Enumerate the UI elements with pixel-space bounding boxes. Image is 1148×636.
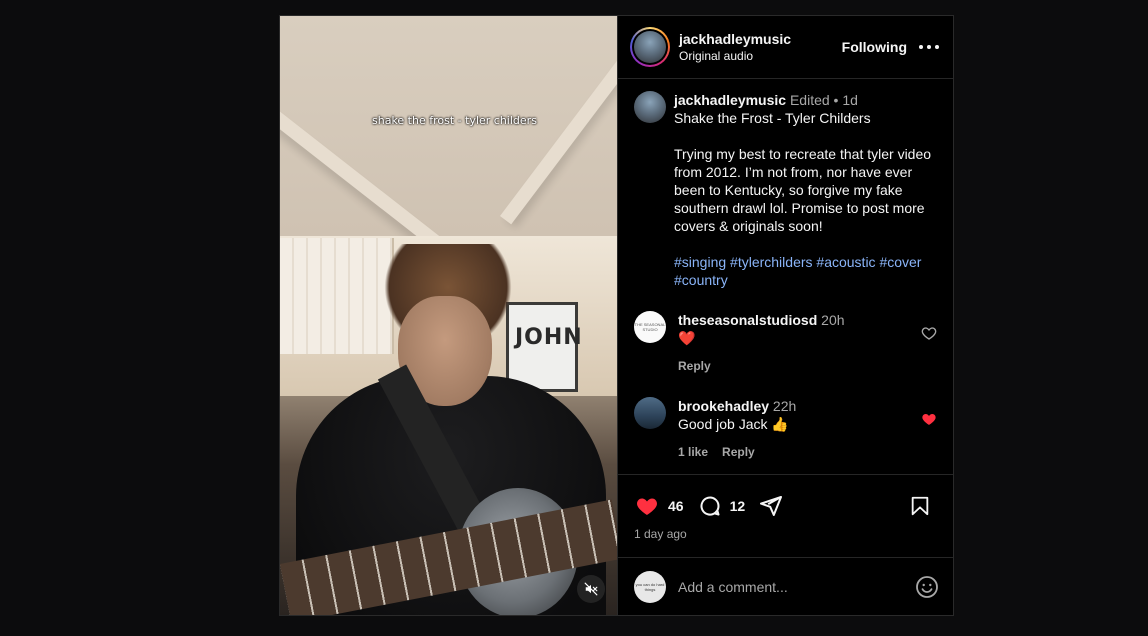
following-button[interactable]: Following — [842, 39, 907, 55]
save-button[interactable] — [909, 494, 939, 518]
comment-time: 22h — [772, 398, 797, 414]
ellipsis-dot — [927, 45, 931, 49]
comments-scroll[interactable]: jackhadleymusic Edited • 1d Shake the Fr… — [618, 79, 953, 474]
share-button[interactable] — [759, 494, 791, 518]
window-blind — [280, 238, 394, 354]
comment-likes-count[interactable]: 1 like — [678, 443, 708, 461]
like-button[interactable]: 46 — [634, 494, 684, 518]
comment-bubble-icon — [700, 496, 720, 516]
comment-like-button[interactable] — [921, 325, 937, 346]
comment-reply-button[interactable]: Reply — [678, 357, 711, 375]
comment-reply-button[interactable]: Reply — [722, 443, 755, 461]
caption-author-avatar[interactable] — [634, 91, 666, 123]
add-comment-bar: you can do hard things — [618, 557, 953, 615]
comment-input[interactable] — [678, 578, 915, 595]
commenter-username[interactable]: brookehadley — [678, 398, 769, 414]
comment-item: THE SEASONAL STUDIO theseasonalstudiosd … — [634, 311, 939, 375]
heart-filled-icon — [637, 498, 657, 515]
emoji-icon[interactable] — [915, 575, 939, 599]
caption-title: Shake the Frost - Tyler Childers — [674, 110, 871, 126]
caption-hashtags[interactable]: #singing #tylerchilders #acoustic #cover… — [674, 253, 939, 289]
post-footer: 46 12 1 day ago you can do hard things A… — [618, 474, 953, 615]
edited-label: Edited — [789, 92, 830, 108]
comment-button[interactable]: 12 — [698, 494, 746, 518]
heart-outline-icon — [921, 327, 937, 340]
author-username[interactable]: jackhadleymusic — [679, 31, 842, 47]
like-count[interactable]: 46 — [668, 498, 684, 514]
author-avatar[interactable] — [634, 31, 666, 63]
post-modal: JOHN shake the frost - tyler childers ja… — [279, 15, 954, 616]
speaker-muted-icon — [584, 582, 598, 596]
comment-text: ❤️ — [678, 330, 696, 346]
wall-poster: JOHN — [506, 302, 582, 392]
mute-button[interactable] — [577, 575, 605, 603]
avatar-logo-text: you can do hard things — [635, 581, 665, 592]
comment-item: brookehadley 22h Good job Jack 👍 1 like … — [634, 397, 939, 461]
comment-time: 20h — [821, 312, 845, 328]
post-caption: jackhadleymusic Edited • 1d Shake the Fr… — [634, 91, 939, 289]
post-timestamp[interactable]: 1 day ago — [618, 523, 953, 557]
comment-like-button[interactable] — [921, 411, 937, 432]
post-side-panel: jackhadleymusic Original audio Following… — [617, 16, 953, 615]
more-options-button[interactable] — [919, 45, 939, 49]
current-user-avatar: you can do hard things — [634, 570, 666, 603]
audio-link[interactable]: Original audio — [679, 49, 842, 63]
caption-time: 1d — [842, 92, 858, 108]
poster-text: JOHN — [515, 325, 583, 350]
ellipsis-icon — [919, 45, 923, 49]
story-ring[interactable] — [630, 27, 670, 67]
caption-username[interactable]: jackhadleymusic — [674, 92, 786, 108]
avatar-logo-text: THE SEASONAL STUDIO — [634, 322, 666, 332]
ellipsis-dot — [935, 45, 939, 49]
bookmark-icon — [911, 496, 929, 516]
commenter-username[interactable]: theseasonalstudiosd — [678, 312, 817, 328]
comment-count[interactable]: 12 — [730, 498, 746, 514]
heart-filled-icon — [922, 414, 936, 425]
paper-plane-icon — [760, 496, 783, 516]
action-bar: 46 12 — [618, 475, 953, 523]
video-text-overlay: shake the frost - tyler childers — [372, 114, 537, 127]
separator-dot: • — [833, 92, 839, 108]
commenter-avatar[interactable] — [634, 397, 666, 429]
comment-text: Good job Jack 👍 — [678, 416, 789, 432]
post-video[interactable]: JOHN shake the frost - tyler childers — [280, 16, 617, 615]
caption-body: Trying my best to recreate that tyler vi… — [674, 146, 932, 234]
commenter-avatar[interactable]: THE SEASONAL STUDIO — [634, 311, 666, 343]
post-header: jackhadleymusic Original audio Following — [618, 16, 953, 79]
